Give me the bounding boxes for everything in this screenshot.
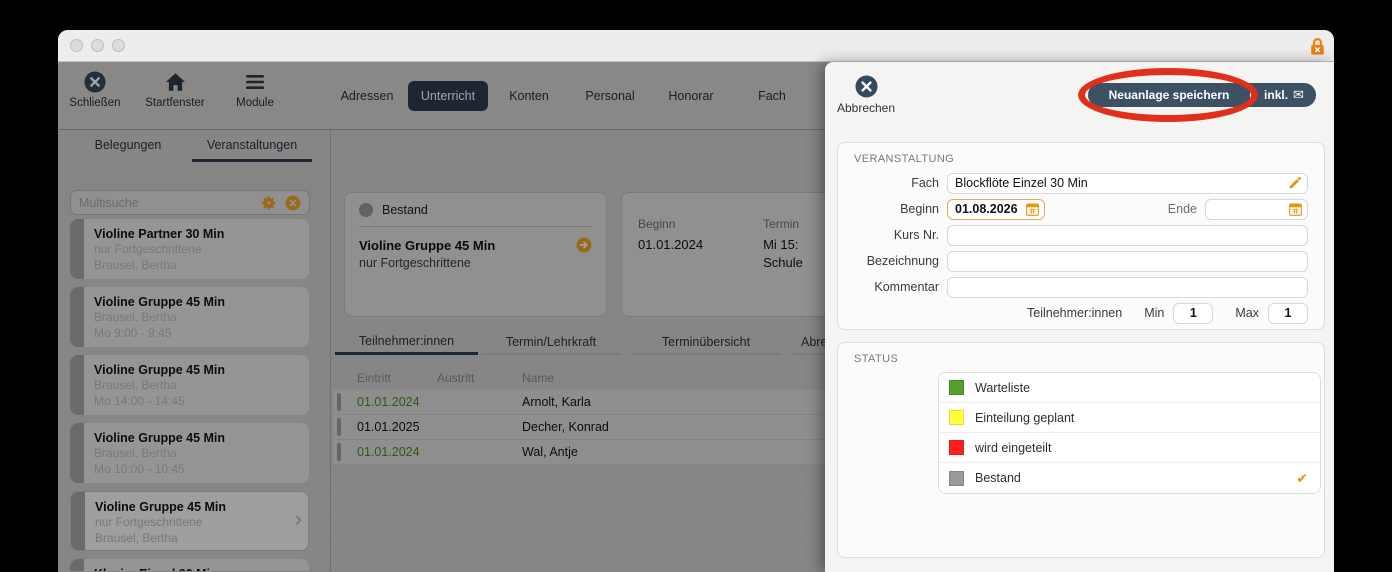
status-option-label: Warteliste [975,381,1308,395]
new-event-panel: Abbrechen Neuanlage speichern inkl. ✉ VE… [825,62,1334,572]
beginn-calendar-icon[interactable] [1026,203,1039,216]
status-color-swatch-icon [949,471,964,486]
status-option-label: Bestand [975,471,1296,485]
edit-pencil-icon[interactable] [1288,176,1302,190]
kursnr-input[interactable] [947,225,1308,246]
app-window: SchließenStartfensterModule AdressenUnte… [58,30,1334,572]
fach-input[interactable] [947,173,1308,194]
veranstaltung-section-title: VERANSTALTUNG [854,153,1308,165]
min-input[interactable] [1173,303,1213,324]
window-zoom-button[interactable] [112,39,125,52]
envelope-icon: ✉ [1293,87,1304,103]
min-label: Min [1144,306,1164,320]
window-close-button[interactable] [70,39,83,52]
status-option-list: Warteliste Einteilung geplant wird eingete… [938,372,1321,494]
beginn-form-label: Beginn [854,202,947,216]
titlebar [58,30,1334,62]
teilnehmer-label: Teilnehmer:innen [1027,306,1122,320]
max-label: Max [1235,306,1259,320]
status-color-swatch-icon [949,380,964,395]
window-minimize-button[interactable] [91,39,104,52]
status-color-swatch-icon [949,410,964,425]
status-option-label: Einteilung geplant [975,411,1308,425]
status-section-title: STATUS [854,353,1308,365]
cancel-button[interactable]: Abbrechen [837,75,895,115]
status-option-einteilunggeplant[interactable]: Einteilung geplant [939,403,1320,433]
bezeichnung-label: Bezeichnung [854,254,947,268]
ende-calendar-icon[interactable] [1289,203,1302,216]
status-card: STATUS Warteliste Einteilung geplant wird … [837,342,1325,558]
cancel-label: Abbrechen [837,101,895,115]
kommentar-label: Kommentar [854,280,947,294]
save-incl-mail-button[interactable]: inkl. ✉ [1252,83,1316,107]
save-button-group: Neuanlage speichern inkl. ✉ [1088,83,1316,107]
status-color-swatch-icon [949,440,964,455]
ende-label: Ende [1168,202,1205,216]
kursnr-label: Kurs Nr. [854,228,947,242]
save-new-button[interactable]: Neuanlage speichern [1088,83,1250,107]
traffic-lights [70,39,125,52]
status-option-warteliste[interactable]: Warteliste [939,373,1320,403]
max-input[interactable] [1268,303,1308,324]
bezeichnung-input[interactable] [947,251,1308,272]
veranstaltung-card: VERANSTALTUNG Fach Beginn [837,142,1325,330]
cancel-x-icon [855,75,878,98]
status-option-label: wird eingeteilt [975,441,1308,455]
fach-label: Fach [854,176,947,190]
checkmark-icon: ✔ [1296,470,1308,487]
kommentar-input[interactable] [947,277,1308,298]
lock-icon[interactable] [1309,37,1326,56]
status-option-bestand[interactable]: Bestand✔ [939,463,1320,493]
status-option-wirdeingeteilt[interactable]: wird eingeteilt [939,433,1320,463]
